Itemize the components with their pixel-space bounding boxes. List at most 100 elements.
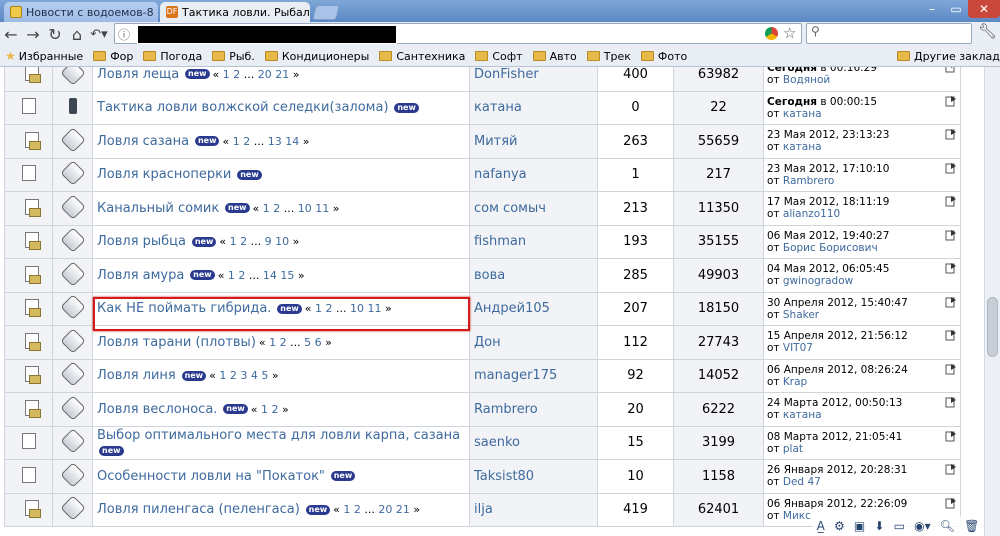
trash-icon[interactable]: 🗑︎ xyxy=(964,519,979,533)
new-badge[interactable]: new xyxy=(185,69,210,80)
page-link[interactable]: 14 xyxy=(285,135,299,148)
page-link[interactable]: 14 xyxy=(263,269,277,282)
maximize-icon[interactable]: ▭ xyxy=(944,0,968,18)
page-link[interactable]: 9 xyxy=(265,235,272,248)
new-badge[interactable]: new xyxy=(394,102,419,113)
new-badge[interactable]: new xyxy=(277,303,302,314)
page-link[interactable]: 2 xyxy=(280,336,287,349)
close-icon[interactable]: ✕ xyxy=(154,7,159,18)
last-post-icon[interactable] xyxy=(945,363,957,375)
last-post-user-link[interactable]: катана xyxy=(783,141,822,153)
new-badge[interactable]: new xyxy=(194,136,220,147)
page-link[interactable]: 1 xyxy=(269,336,276,349)
last-post-icon[interactable] xyxy=(945,162,957,174)
page-link[interactable]: 20 xyxy=(258,68,272,81)
page-link[interactable]: 2 xyxy=(354,503,361,516)
bookmark-folder[interactable]: Погода xyxy=(138,50,207,63)
bookmark-folder[interactable]: Фото xyxy=(636,50,692,63)
topic-link[interactable]: Выбор оптимального места для ловли карпа… xyxy=(97,428,460,443)
forward-icon[interactable]: → xyxy=(22,23,44,45)
author-link[interactable]: manager175 xyxy=(474,368,557,383)
last-post-user-link[interactable]: VIT07 xyxy=(783,342,813,354)
bookmark-star-icon[interactable]: ☆ xyxy=(783,24,796,42)
author-link[interactable]: fishman xyxy=(474,234,526,249)
new-badge[interactable]: new xyxy=(181,370,207,381)
last-post-user-link[interactable]: alianzo110 xyxy=(783,208,840,220)
page-link[interactable]: 1 xyxy=(343,503,350,516)
new-badge[interactable]: new xyxy=(223,404,248,415)
bookmark-folder[interactable]: Софт xyxy=(470,50,527,63)
page-info-icon[interactable]: ⓘ xyxy=(118,26,130,43)
page-link[interactable]: 13 xyxy=(268,135,282,148)
new-badge[interactable]: new xyxy=(330,471,356,482)
new-badge[interactable]: new xyxy=(305,504,331,515)
last-post-user-link[interactable]: Борис Борисович xyxy=(783,242,878,254)
page-link[interactable]: 2 xyxy=(326,302,333,315)
home-icon[interactable]: ⌂ xyxy=(66,23,88,45)
vertical-scrollbar[interactable] xyxy=(984,67,1000,536)
bookmark-folder[interactable]: Сантехника xyxy=(374,50,470,63)
topic-link[interactable]: Канальный сомик xyxy=(97,201,219,216)
page-link[interactable]: 21 xyxy=(396,503,410,516)
last-post-user-link[interactable]: gwinogradow xyxy=(783,275,853,287)
bookmark-folder[interactable]: Фор xyxy=(88,50,138,63)
tab-tactics[interactable]: DF Тактика ловли. Рыбал ✕ xyxy=(160,2,310,22)
undo-icon[interactable]: ↶▾ xyxy=(88,23,110,45)
download-icon[interactable]: ⬇ xyxy=(874,519,884,533)
new-badge[interactable]: new xyxy=(237,169,262,180)
last-post-icon[interactable] xyxy=(945,396,957,408)
last-post-user-link[interactable]: Ded 47 xyxy=(783,476,821,488)
font-icon[interactable]: A̲ xyxy=(817,519,825,533)
author-link[interactable]: Андрей105 xyxy=(474,301,550,316)
page-link[interactable]: 11 xyxy=(368,302,382,315)
last-post-user-link[interactable]: Shaker xyxy=(783,309,819,321)
page-link[interactable]: 11 xyxy=(315,202,329,215)
reload-icon[interactable]: ↻ xyxy=(44,23,66,45)
page-link[interactable]: 1 xyxy=(223,68,230,81)
last-post-icon[interactable] xyxy=(945,329,957,341)
author-link[interactable]: сом сомыч xyxy=(474,201,546,216)
page-link[interactable]: 5 xyxy=(261,369,268,382)
author-link[interactable]: nafanya xyxy=(474,167,527,182)
bookmark-folder[interactable]: Трек xyxy=(582,50,636,63)
page-link[interactable]: 1 xyxy=(261,403,268,416)
topic-link[interactable]: Ловля красноперки xyxy=(97,167,231,182)
topic-link[interactable]: Ловля линя xyxy=(97,368,176,383)
last-post-icon[interactable] xyxy=(945,497,957,509)
new-tab-button[interactable] xyxy=(311,5,341,20)
last-post-icon[interactable] xyxy=(945,128,957,140)
save-icon[interactable]: ▣ xyxy=(854,519,865,533)
last-post-user-link[interactable]: Водяной xyxy=(783,74,830,86)
last-post-user-link[interactable]: plat xyxy=(783,443,803,455)
last-post-icon[interactable] xyxy=(945,296,957,308)
window-icon[interactable]: ▭ xyxy=(894,519,905,533)
last-post-icon[interactable] xyxy=(945,229,957,241)
page-link[interactable]: 2 xyxy=(272,403,279,416)
page-link[interactable]: 15 xyxy=(280,269,294,282)
last-post-user-link[interactable]: Krap xyxy=(783,376,807,388)
minimize-icon[interactable]: – xyxy=(920,0,944,18)
page-link[interactable]: 1 xyxy=(230,235,237,248)
address-bar[interactable]: ⓘ ☆ xyxy=(114,23,802,44)
page-link[interactable]: 2 xyxy=(240,235,247,248)
page-link[interactable]: 4 xyxy=(251,369,258,382)
last-post-icon[interactable] xyxy=(945,262,957,274)
last-post-user-link[interactable]: Микс xyxy=(783,510,811,522)
author-link[interactable]: saenko xyxy=(474,435,520,450)
page-link[interactable]: 5 xyxy=(304,336,311,349)
topic-link[interactable]: Как НЕ поймать гибрида. xyxy=(97,301,271,316)
author-link[interactable]: Taksist80 xyxy=(474,469,534,484)
last-post-icon[interactable] xyxy=(945,195,957,207)
new-badge[interactable]: new xyxy=(191,236,217,247)
new-badge[interactable]: new xyxy=(190,270,215,281)
bookmark-folder[interactable]: Кондиционеры xyxy=(260,50,374,63)
topic-link[interactable]: Ловля веслоноса. xyxy=(97,402,217,417)
search-input[interactable]: ⚲ xyxy=(806,23,972,44)
last-post-icon[interactable] xyxy=(945,430,957,442)
page-link[interactable]: 2 xyxy=(238,269,245,282)
page-link[interactable]: 6 xyxy=(315,336,322,349)
window-close-icon[interactable]: ✕ xyxy=(968,0,1000,18)
page-link[interactable]: 20 xyxy=(378,503,392,516)
author-link[interactable]: DonFisher xyxy=(474,67,539,82)
back-icon[interactable]: ← xyxy=(0,23,22,45)
